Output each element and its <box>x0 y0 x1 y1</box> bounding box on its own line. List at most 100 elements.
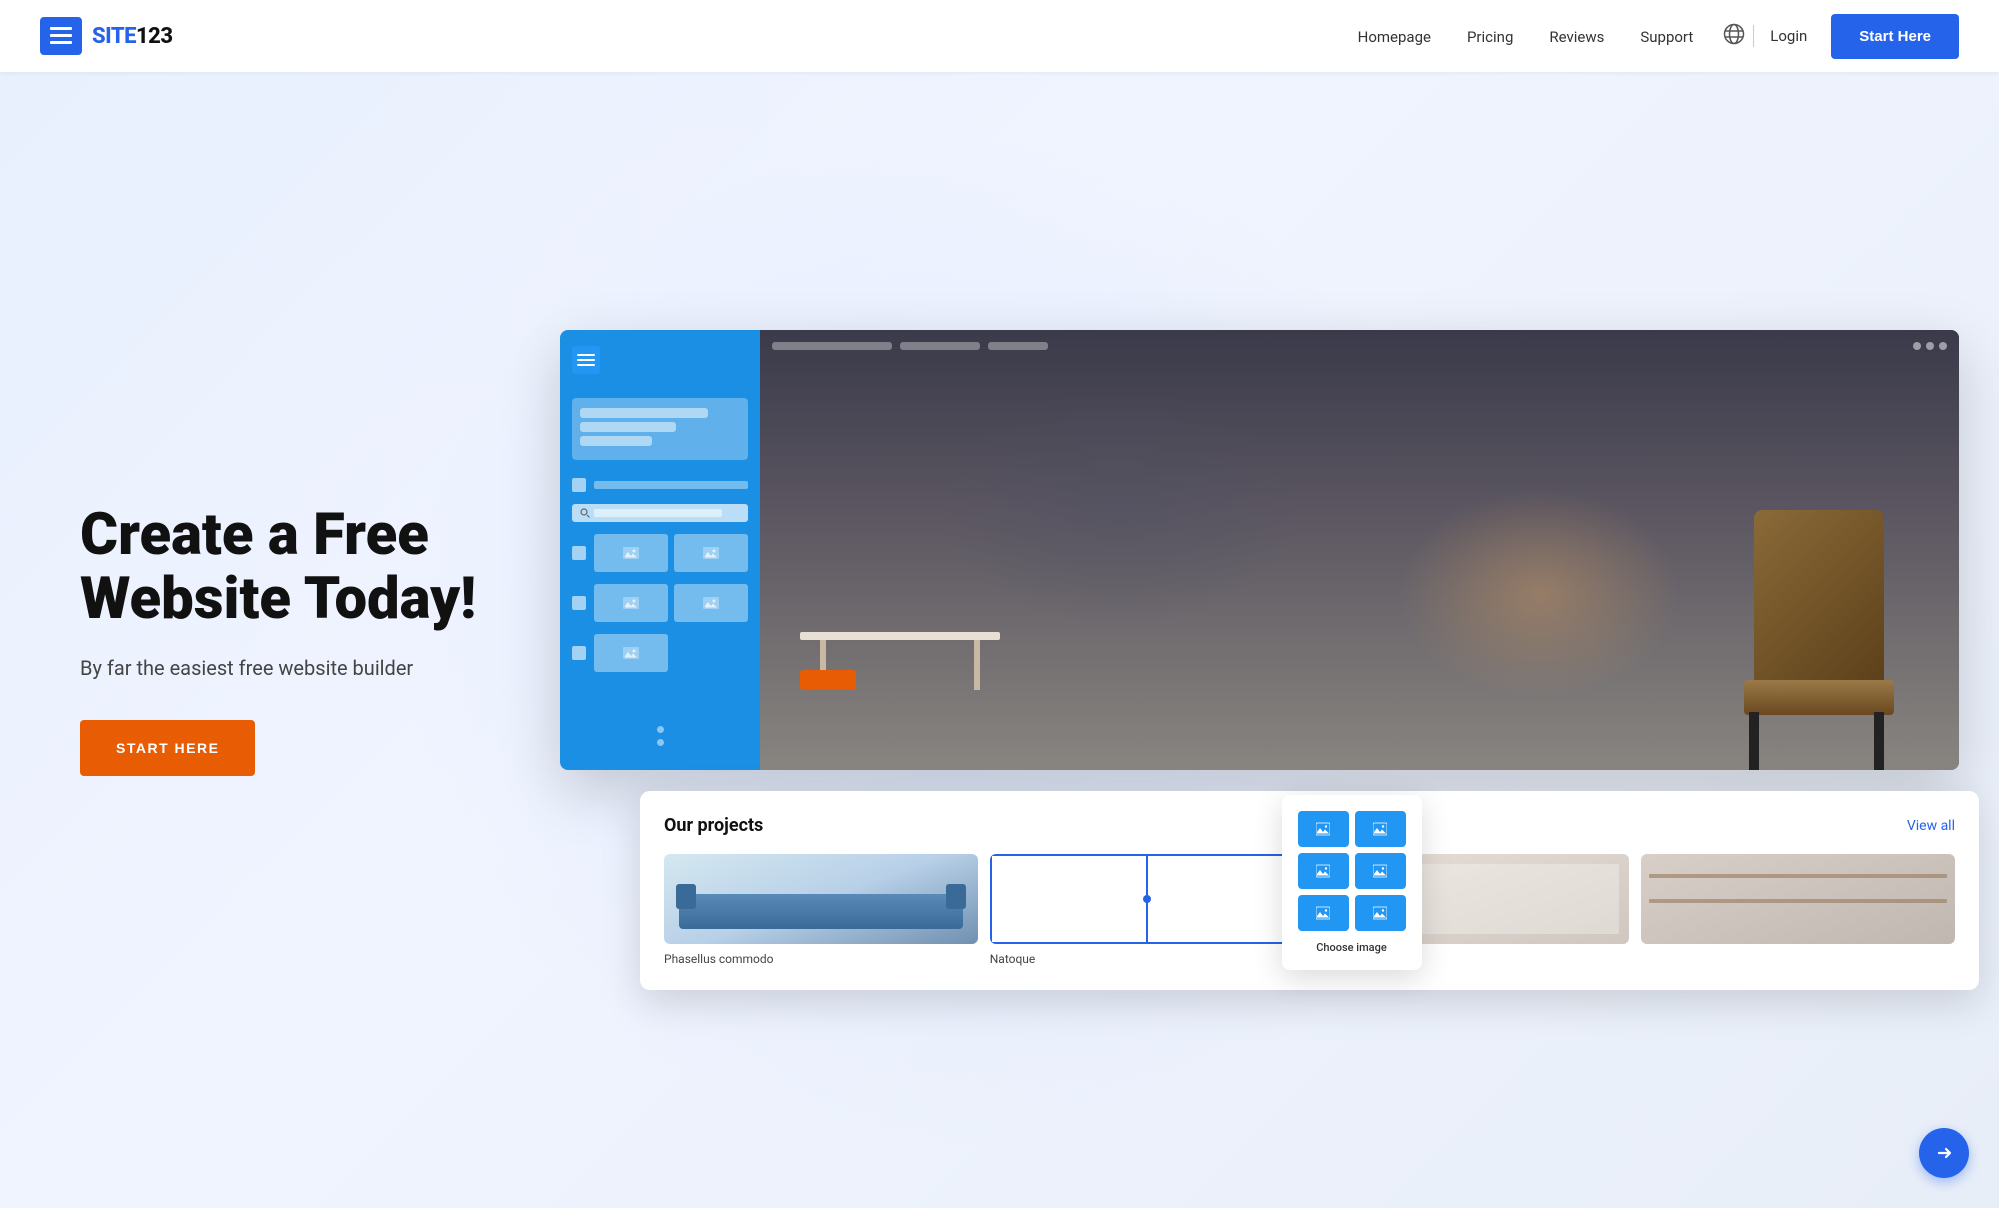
menu-line <box>577 359 595 361</box>
chooser-item[interactable] <box>1298 895 1349 931</box>
nav-divider <box>1753 25 1754 47</box>
thumb-grid2 <box>594 584 748 622</box>
shelf-graphic <box>1649 874 1947 878</box>
menu-line <box>577 354 595 356</box>
toolbar-dots <box>1913 342 1947 350</box>
empty-thumbnail <box>990 854 1304 944</box>
thumb-grid <box>594 534 748 572</box>
image-chooser-popup: Choose image <box>1282 795 1422 970</box>
toolbar-bar <box>900 342 980 350</box>
sidebar-dots <box>572 718 748 754</box>
nav-item-pricing[interactable]: Pricing <box>1467 27 1513 46</box>
project-card-1[interactable]: Phasellus commodo <box>664 854 978 966</box>
image-thumb-icon <box>703 595 719 611</box>
chooser-item[interactable] <box>1355 853 1406 889</box>
thumb-item <box>674 584 748 622</box>
thumb-item <box>594 634 668 672</box>
image-thumb-icon <box>623 645 639 661</box>
chair-seat <box>1744 680 1894 715</box>
nav-link-reviews[interactable]: Reviews <box>1549 28 1604 46</box>
thumb-item <box>594 534 668 572</box>
nav-item-homepage[interactable]: Homepage <box>1358 27 1431 46</box>
image-thumb-icon <box>623 595 639 611</box>
projects-panel: Our projects View all Phasellus commodo <box>640 791 1979 990</box>
login-link[interactable]: Login <box>1770 27 1807 45</box>
editor-photo-area <box>760 330 1959 770</box>
logo-icon <box>40 17 82 55</box>
image-icon <box>1373 822 1387 836</box>
sidebar-checkbox-row4 <box>572 634 748 672</box>
chair-graphic <box>1719 510 1899 770</box>
arrow-right-icon <box>1933 1142 1955 1164</box>
image-icon <box>1316 864 1330 878</box>
chooser-item[interactable] <box>1355 895 1406 931</box>
toolbar-dot <box>1939 342 1947 350</box>
search-input-bar <box>594 509 722 517</box>
table-top <box>800 632 1000 640</box>
hero-right-mockup: Our projects View all Phasellus commodo <box>560 330 1959 950</box>
chair-back <box>1754 510 1884 700</box>
hero-left: Create a Free Website Today! By far the … <box>80 504 500 776</box>
project-card-2[interactable]: Natoque <box>990 854 1304 966</box>
chooser-item[interactable] <box>1355 811 1406 847</box>
image-icon <box>1373 906 1387 920</box>
project-card-4[interactable] <box>1641 854 1955 952</box>
project-thumb-4 <box>1641 854 1955 944</box>
toolbar-dot <box>1926 342 1934 350</box>
start-here-button[interactable]: Start Here <box>1831 14 1959 59</box>
sidebar-checkbox-row3 <box>572 584 748 622</box>
nav-item-support[interactable]: Support <box>1640 27 1693 46</box>
nav-link-pricing[interactable]: Pricing <box>1467 28 1513 46</box>
image-icon <box>1373 864 1387 878</box>
table-leg <box>974 640 980 690</box>
hero-title-line2: Website Today! <box>80 565 476 633</box>
sidebar-dot <box>657 726 664 733</box>
hero-subtitle: By far the easiest free website builder <box>80 656 500 680</box>
project-label-2: Natoque <box>990 952 1304 966</box>
sidebar-menu-icon <box>572 346 600 374</box>
thumb-grid3 <box>594 634 748 672</box>
language-globe-icon[interactable] <box>1723 23 1745 50</box>
project-thumb-1 <box>664 854 978 944</box>
projects-view-all[interactable]: View all <box>1907 818 1955 834</box>
nav-link-support[interactable]: Support <box>1640 28 1693 46</box>
chooser-item[interactable] <box>1298 811 1349 847</box>
project-label-1: Phasellus commodo <box>664 952 978 966</box>
sidebar-bar <box>580 422 676 432</box>
sofa-graphic <box>679 894 963 929</box>
image-thumb-icon <box>703 545 719 561</box>
nav-links: Homepage Pricing Reviews Support <box>1358 27 1694 46</box>
sofa-arm <box>676 884 696 909</box>
thumb-item <box>674 534 748 572</box>
chair-leg-left <box>1749 712 1759 770</box>
hero-cta-button[interactable]: START HERE <box>80 720 255 776</box>
sidebar-search-row <box>572 504 748 522</box>
project-thumb-2 <box>990 854 1304 944</box>
chooser-grid <box>1298 811 1406 931</box>
sidebar-header <box>572 346 748 386</box>
logo-site: SITE <box>92 24 136 49</box>
sidebar-checkbox3 <box>572 596 586 610</box>
chooser-label: Choose image <box>1298 941 1406 954</box>
toolbar-dot <box>1913 342 1921 350</box>
sidebar-bar <box>580 408 708 418</box>
nav-item-reviews[interactable]: Reviews <box>1549 27 1604 46</box>
sidebar-bar <box>580 436 652 446</box>
empty-vline <box>1146 856 1148 942</box>
sidebar-checkbox2 <box>572 546 586 560</box>
shelf-graphic <box>1649 899 1947 903</box>
nav-link-homepage[interactable]: Homepage <box>1358 28 1431 46</box>
chair-leg-right <box>1874 712 1884 770</box>
editor-orange-button <box>800 670 856 690</box>
logo-123: 123 <box>136 24 173 49</box>
projects-title: Our projects <box>664 815 763 836</box>
logo[interactable]: SITE123 <box>40 17 173 55</box>
scroll-to-top-button[interactable] <box>1919 1128 1969 1178</box>
editor-sidebar <box>560 330 760 770</box>
sofa-arm <box>946 884 966 909</box>
image-icon <box>1316 906 1330 920</box>
logo-svg <box>50 27 72 45</box>
sidebar-dot <box>657 739 664 746</box>
hero-title: Create a Free Website Today! <box>80 504 500 632</box>
chooser-item[interactable] <box>1298 853 1349 889</box>
